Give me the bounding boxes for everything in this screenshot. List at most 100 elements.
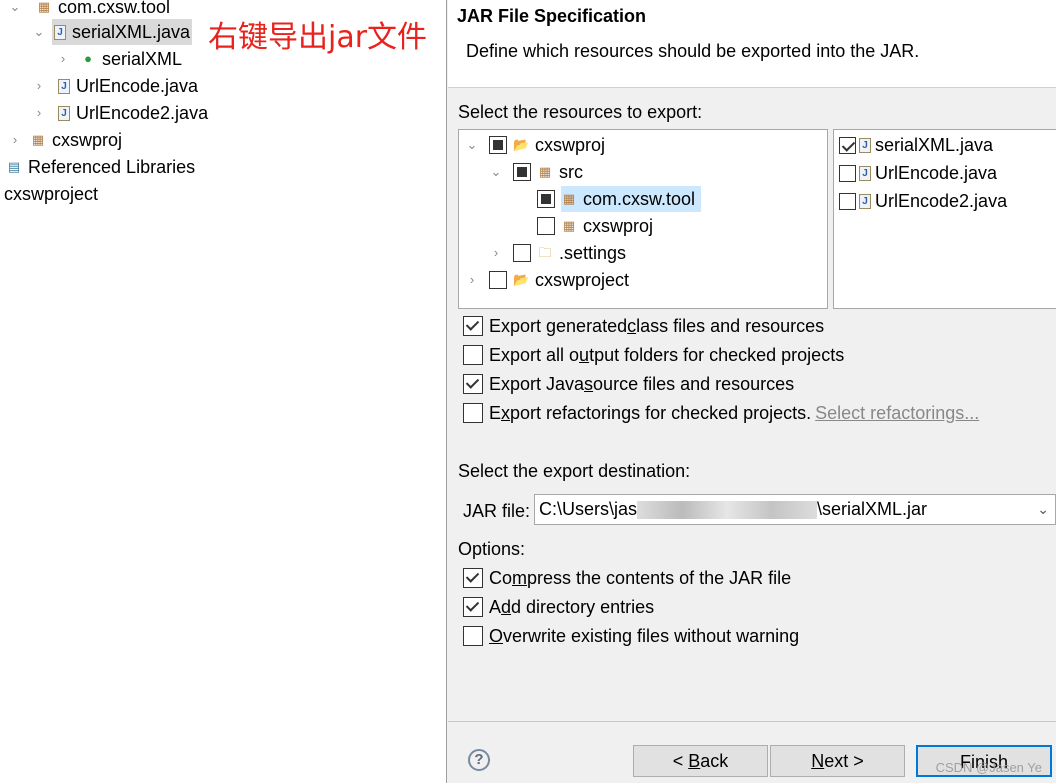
export-source-files-option[interactable]: Export Java s ource files and resources xyxy=(463,371,794,397)
chevron-right-icon[interactable]: › xyxy=(56,46,70,72)
select-refactorings-link[interactable]: Select refactorings... xyxy=(815,403,979,424)
option-text: Export Java xyxy=(489,373,585,394)
java-file-icon: J xyxy=(859,165,871,181)
mnemonic: B xyxy=(688,751,701,771)
option-text: d directory entries xyxy=(511,596,655,617)
item-label: Referenced Libraries xyxy=(28,157,196,177)
chevron-down-icon[interactable]: ⌄ xyxy=(32,19,46,45)
chevron-down-icon[interactable]: ⌄ xyxy=(8,0,22,20)
chevron-down-icon[interactable]: ⌄ xyxy=(465,132,479,158)
chevron-down-icon[interactable]: ⌄ xyxy=(489,159,503,185)
checkbox[interactable] xyxy=(463,597,483,617)
checkbox[interactable] xyxy=(463,345,483,365)
jar-file-label: JAR file: xyxy=(463,500,531,521)
package-warning-icon: ▦ xyxy=(31,132,45,147)
checkbox[interactable] xyxy=(513,244,531,262)
tree-item-serialxml-class[interactable]: › ● serialXML xyxy=(56,46,182,72)
help-icon[interactable]: ? xyxy=(468,749,490,771)
jar-path-end: \serialXML.jar xyxy=(817,499,928,519)
chevron-right-icon[interactable]: › xyxy=(32,73,46,99)
item-label: cxswproj xyxy=(583,216,654,236)
chevron-right-icon[interactable]: › xyxy=(465,267,479,293)
library-icon: ▤ xyxy=(7,159,21,174)
java-file-icon: J xyxy=(58,105,70,121)
tree-item-serialxml-java[interactable]: ⌄ JserialXML.java xyxy=(32,19,193,45)
tree-item-cxswproj[interactable]: ⌄ 📂 cxswproj xyxy=(465,132,605,158)
tree-item-urlencode2-java[interactable]: › J UrlEncode2.java xyxy=(32,100,208,126)
option-text: A xyxy=(489,596,502,617)
footer-separator xyxy=(448,721,1056,722)
checkbox[interactable] xyxy=(463,403,483,423)
file-item[interactable]: J UrlEncode2.java xyxy=(839,188,1007,214)
checkbox[interactable] xyxy=(463,374,483,394)
checkbox[interactable] xyxy=(537,217,555,235)
file-list[interactable]: JserialXML.java J UrlEncode.java J UrlEnco… xyxy=(833,129,1056,309)
chevron-right-icon[interactable]: › xyxy=(8,127,22,153)
compress-option[interactable]: Co m press the contents of the JAR file xyxy=(463,565,791,591)
tree-item-urlencode-java[interactable]: › J UrlEncode.java xyxy=(32,73,198,99)
tree-item-src[interactable]: ⌄ ▦ src xyxy=(489,159,583,185)
java-file-icon: J xyxy=(58,78,70,94)
mnemonic: x xyxy=(501,402,511,423)
export-class-files-option[interactable]: Export generated c lass files and resourc… xyxy=(463,313,824,339)
chevron-right-icon[interactable]: › xyxy=(489,240,503,266)
tree-item-com-cxsw-tool[interactable]: ⌄ ▦ com.cxsw.tool xyxy=(8,0,171,20)
checkbox[interactable] xyxy=(839,136,856,154)
file-item[interactable]: J UrlEncode.java xyxy=(839,160,997,186)
option-text: lass files and resources xyxy=(636,315,825,336)
mnemonic: m xyxy=(512,567,528,588)
options-label: Options: xyxy=(458,539,526,559)
java-file-icon: J xyxy=(859,137,871,153)
tristate-checkbox[interactable] xyxy=(513,163,531,181)
button-text: < xyxy=(672,751,689,771)
tree-item-settings[interactable]: › 🗀 .settings xyxy=(489,240,626,266)
package-icon: ▦ xyxy=(37,0,51,14)
chevron-right-icon[interactable]: › xyxy=(32,100,46,126)
tree-item-referenced-libraries[interactable]: ▤ Referenced Libraries xyxy=(6,154,195,180)
item-label: com.cxsw.tool xyxy=(58,0,171,17)
item-label: cxswproject xyxy=(535,270,630,290)
option-text: press the contents of the JAR file xyxy=(527,567,792,588)
export-output-folders-option[interactable]: Export all o u tput folders for checked pr… xyxy=(463,342,844,368)
option-text: Export generated xyxy=(489,315,628,336)
item-label: src xyxy=(559,162,583,182)
tree-item-cxswproj-package[interactable]: ▦ cxswproj xyxy=(537,213,653,239)
tree-item-cxswproject[interactable]: cxswproject xyxy=(4,181,98,207)
tristate-checkbox[interactable] xyxy=(537,190,555,208)
checkbox[interactable] xyxy=(463,568,483,588)
tree-item-com-cxsw-tool[interactable]: ▦ com.cxsw.tool xyxy=(537,186,702,212)
next-button[interactable]: Next > xyxy=(770,745,905,777)
mnemonic: O xyxy=(489,625,504,646)
tree-item-cxswproj[interactable]: › ▦ cxswproj xyxy=(8,127,122,153)
checkbox[interactable] xyxy=(463,316,483,336)
checkbox[interactable] xyxy=(839,192,856,210)
item-label: cxswproj xyxy=(535,135,606,155)
item-label: UrlEncode2.java xyxy=(76,103,209,123)
option-text: port refactorings for checked projects. xyxy=(510,402,812,423)
checkbox[interactable] xyxy=(489,271,507,289)
dialog-title: JAR File Specification xyxy=(457,6,647,26)
tristate-checkbox[interactable] xyxy=(489,136,507,154)
item-label: serialXML.java xyxy=(875,135,994,155)
add-directory-entries-option[interactable]: Add directory entries xyxy=(463,594,654,620)
java-file-icon: J xyxy=(54,24,66,40)
tree-item-cxswproject[interactable]: › 📂 cxswproject xyxy=(465,267,629,293)
checkbox[interactable] xyxy=(839,164,856,182)
dialog-description: Define which resources should be exporte… xyxy=(466,41,920,61)
java-file-icon: J xyxy=(859,193,871,209)
annotation-text: 右键导出jar文件 xyxy=(208,20,428,55)
mnemonic: u xyxy=(579,344,590,365)
checkbox[interactable] xyxy=(463,626,483,646)
overwrite-option[interactable]: Overwrite existing files without warning xyxy=(463,623,799,649)
project-error-icon: 📂 xyxy=(513,272,530,287)
option-text: Export all o xyxy=(489,344,580,365)
source-folder-icon: ▦ xyxy=(538,164,552,179)
back-button[interactable]: < Back xyxy=(633,745,768,777)
mnemonic: d xyxy=(501,596,512,617)
class-run-icon: ● xyxy=(84,51,92,66)
jar-file-combo[interactable]: C:\Users\jas \serialXML.jar ⌄ xyxy=(534,494,1056,525)
resource-tree[interactable]: ⌄ 📂 cxswproj ⌄ ▦ src ▦ com.cxsw.tool ▦ cxswpro… xyxy=(458,129,828,309)
export-refactorings-option[interactable]: Ex port refactorings for checked projects… xyxy=(463,400,979,426)
file-item[interactable]: JserialXML.java xyxy=(839,132,993,158)
chevron-down-icon[interactable]: ⌄ xyxy=(1037,501,1049,518)
